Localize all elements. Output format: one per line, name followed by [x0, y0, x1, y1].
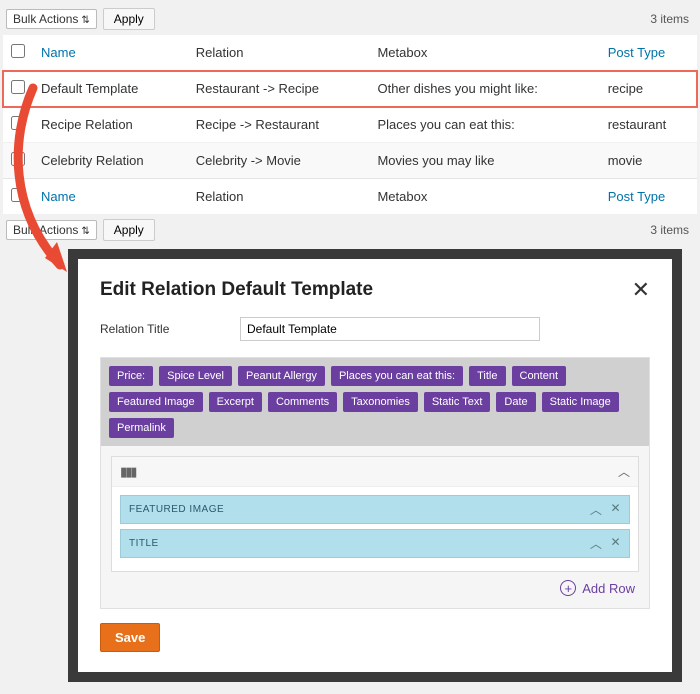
field-tag[interactable]: Places you can eat this:: [331, 366, 463, 386]
row-metabox: Movies you may like: [369, 143, 599, 179]
layout-builder: ▮▮▮ ︿ FEATURED IMAGE ︿ ✕ TITLE ︿ ✕: [111, 456, 639, 572]
builder-item[interactable]: TITLE ︿ ✕: [120, 529, 630, 558]
table-row[interactable]: Recipe Relation Recipe -> Restaurant Pla…: [3, 107, 697, 143]
add-row-label: Add Row: [582, 581, 635, 596]
select-arrow-icon: [81, 12, 89, 26]
field-tag[interactable]: Peanut Allergy: [238, 366, 325, 386]
chevron-up-icon[interactable]: ︿: [618, 463, 630, 480]
row-name[interactable]: Recipe Relation: [33, 107, 188, 143]
field-tag[interactable]: Date: [496, 392, 535, 412]
chevron-up-icon[interactable]: ︿: [590, 501, 603, 518]
edit-relation-modal: Edit Relation Default Template ✕ Relatio…: [78, 259, 672, 672]
relation-title-input[interactable]: [240, 317, 540, 341]
row-name[interactable]: Celebrity Relation: [33, 143, 188, 179]
table-row[interactable]: Celebrity Relation Celebrity -> Movie Mo…: [3, 143, 697, 179]
builder-item-label: TITLE: [129, 538, 159, 549]
field-palette: Price: Spice Level Peanut Allergy Places yo…: [101, 358, 649, 446]
field-tag[interactable]: Excerpt: [209, 392, 262, 412]
field-tag[interactable]: Permalink: [109, 418, 174, 438]
modal-title: Edit Relation Default Template: [100, 279, 373, 301]
table-header-row: Name Relation Metabox Post Type: [3, 35, 697, 71]
field-tag[interactable]: Static Image: [542, 392, 619, 412]
builder-item[interactable]: FEATURED IMAGE ︿ ✕: [120, 495, 630, 524]
bulk-actions-select[interactable]: Bulk Actions: [6, 9, 97, 29]
builder-panel: Price: Spice Level Peanut Allergy Places yo…: [100, 357, 650, 609]
bulk-actions-label-bottom: Bulk Actions: [13, 223, 78, 237]
bulk-actions-bottom: Bulk Actions Apply 3 items: [3, 214, 697, 246]
field-tag[interactable]: Static Text: [424, 392, 491, 412]
column-post-type-footer[interactable]: Post Type: [600, 179, 697, 215]
field-tag[interactable]: Price:: [109, 366, 153, 386]
item-count: 3 items: [650, 12, 694, 26]
bulk-actions-label: Bulk Actions: [13, 12, 78, 26]
row-post-type: movie: [600, 143, 697, 179]
plus-icon: +: [560, 580, 576, 596]
row-checkbox[interactable]: [11, 80, 25, 94]
save-button[interactable]: Save: [100, 623, 160, 652]
column-name[interactable]: Name: [33, 35, 188, 71]
row-metabox: Other dishes you might like:: [369, 71, 599, 107]
item-count-bottom: 3 items: [650, 223, 694, 237]
field-tag[interactable]: Title: [469, 366, 505, 386]
apply-button-bottom[interactable]: Apply: [103, 219, 155, 241]
chevron-up-icon[interactable]: ︿: [590, 535, 603, 552]
select-arrow-icon-bottom: [81, 223, 89, 237]
column-metabox-footer: Metabox: [369, 179, 599, 215]
admin-table-section: Bulk Actions Apply 3 items Name Relation…: [0, 0, 700, 249]
table-row[interactable]: Default Template Restaurant -> Recipe Ot…: [3, 71, 697, 107]
column-name-footer[interactable]: Name: [33, 179, 188, 215]
field-tag[interactable]: Featured Image: [109, 392, 203, 412]
row-relation: Recipe -> Restaurant: [188, 107, 370, 143]
bulk-actions-select-bottom[interactable]: Bulk Actions: [6, 220, 97, 240]
add-row-button[interactable]: + Add Row: [560, 580, 635, 596]
row-checkbox[interactable]: [11, 116, 25, 130]
remove-icon[interactable]: ✕: [610, 535, 621, 552]
bulk-actions-top: Bulk Actions Apply 3 items: [3, 3, 697, 35]
row-metabox: Places you can eat this:: [369, 107, 599, 143]
table-footer-row: Name Relation Metabox Post Type: [3, 179, 697, 215]
select-all-checkbox[interactable]: [11, 44, 25, 58]
column-relation-footer: Relation: [188, 179, 370, 215]
field-tag[interactable]: Content: [512, 366, 567, 386]
modal-backdrop: Edit Relation Default Template ✕ Relatio…: [68, 249, 682, 682]
row-checkbox[interactable]: [11, 152, 25, 166]
relations-table: Name Relation Metabox Post Type Default …: [3, 35, 697, 214]
row-name[interactable]: Default Template: [33, 71, 188, 107]
row-relation: Celebrity -> Movie: [188, 143, 370, 179]
drag-handle-icon[interactable]: ▮▮▮: [120, 464, 135, 480]
row-relation: Restaurant -> Recipe: [188, 71, 370, 107]
field-tag[interactable]: Taxonomies: [343, 392, 418, 412]
row-post-type: restaurant: [600, 107, 697, 143]
column-relation: Relation: [188, 35, 370, 71]
apply-button[interactable]: Apply: [103, 8, 155, 30]
select-all-footer-checkbox[interactable]: [11, 188, 25, 202]
row-post-type: recipe: [600, 71, 697, 107]
relation-title-label: Relation Title: [100, 322, 240, 336]
field-tag[interactable]: Comments: [268, 392, 337, 412]
column-post-type[interactable]: Post Type: [600, 35, 697, 71]
field-tag[interactable]: Spice Level: [159, 366, 232, 386]
close-icon[interactable]: ✕: [632, 279, 650, 301]
remove-icon[interactable]: ✕: [610, 501, 621, 518]
column-metabox: Metabox: [369, 35, 599, 71]
builder-item-label: FEATURED IMAGE: [129, 504, 224, 515]
